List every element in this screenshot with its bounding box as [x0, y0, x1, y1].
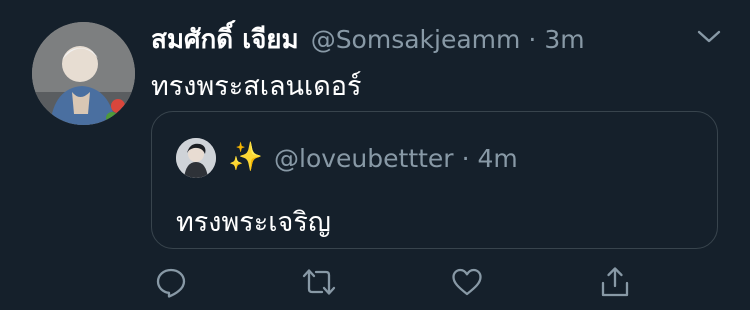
reply-button[interactable] — [151, 262, 191, 302]
quoted-tweet-timestamp[interactable]: 4m — [478, 144, 518, 173]
like-icon — [452, 268, 482, 296]
retweet-button[interactable] — [299, 262, 339, 302]
retweet-icon — [302, 269, 336, 295]
quoted-tweet-header: @loveubettter · 4m — [274, 140, 518, 176]
author-name[interactable]: สมศักดิ์ เจียม — [151, 19, 299, 60]
share-button[interactable] — [595, 262, 635, 302]
like-button[interactable] — [447, 262, 487, 302]
tweet-timestamp[interactable]: 3m — [544, 25, 584, 54]
chevron-down-icon[interactable] — [696, 26, 722, 46]
quoted-author-handle[interactable]: @loveubettter — [274, 144, 454, 173]
quoted-author-avatar[interactable] — [176, 138, 216, 178]
tweet-header: สมศักดิ์ เจียม @Somsakjeamm · 3m — [151, 22, 585, 56]
quoted-tweet[interactable]: ✨ @loveubettter · 4m ทรงพระเจริญ — [151, 111, 718, 249]
tweet-text: ทรงพระสเลนเดอร์ — [151, 71, 362, 102]
share-icon — [601, 267, 629, 297]
author-avatar-image — [32, 22, 135, 125]
separator-dot: · — [528, 24, 537, 54]
tweet-card[interactable]: สมศักดิ์ เจียม @Somsakjeamm · 3m ทรงพระส… — [0, 0, 750, 310]
tweet-actions — [151, 262, 651, 302]
author-handle[interactable]: @Somsakjeamm — [311, 25, 521, 54]
quoted-tweet-text: ทรงพระเจริญ — [176, 207, 331, 238]
author-avatar[interactable] — [32, 22, 135, 125]
sparkles-icon: ✨ — [228, 140, 263, 173]
separator-dot: · — [461, 143, 470, 173]
reply-icon — [156, 268, 186, 298]
